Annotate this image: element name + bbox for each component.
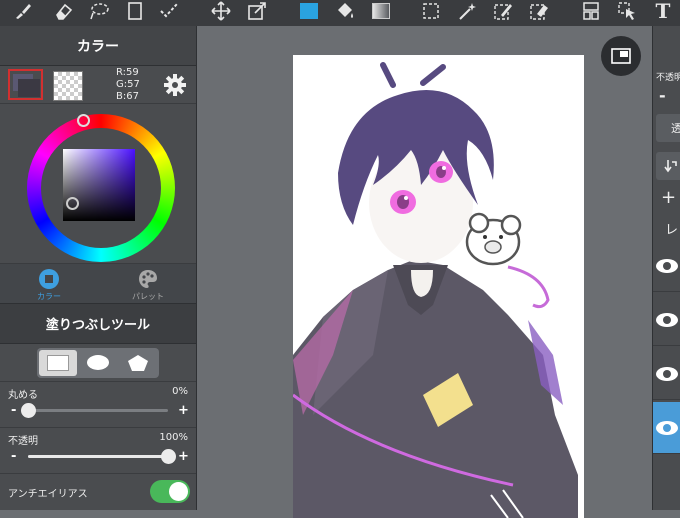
eye-icon[interactable]	[655, 420, 679, 436]
top-toolbar: T	[0, 0, 680, 26]
rgb-g: G:57	[116, 79, 140, 90]
add-layer-button[interactable]: +	[661, 189, 676, 207]
tab-color[interactable]: カラー	[0, 264, 98, 304]
opacity-label: 不透明	[8, 436, 38, 447]
rgb-r: R:59	[116, 67, 139, 78]
rounding-label: 丸める	[8, 390, 38, 401]
polygon-icon	[128, 354, 148, 371]
merge-down-icon	[664, 160, 677, 173]
brush-icon[interactable]	[12, 0, 34, 22]
drawing-canvas[interactable]	[293, 55, 584, 518]
antialias-toggle[interactable]	[150, 480, 190, 503]
antialias-label: アンチエイリアス	[8, 489, 88, 500]
canvas-icon[interactable]	[124, 0, 146, 22]
layer-item[interactable]	[653, 348, 680, 400]
select-check-icon[interactable]	[158, 0, 180, 22]
hue-ring-handle[interactable]	[77, 114, 90, 127]
merge-layer-button[interactable]	[656, 152, 680, 180]
lasso-icon[interactable]	[88, 0, 110, 22]
layer-opacity-minus[interactable]: -	[659, 86, 666, 105]
marquee-icon[interactable]	[420, 0, 442, 22]
layer-section-label: レ	[665, 223, 679, 238]
opacity-minus-button[interactable]: -	[11, 450, 16, 463]
blend-mode-button[interactable]: 透	[656, 114, 680, 142]
color-panel: カラー R:59 G:57 B:67 カラー パレット 塗りつぶしツール 丸める…	[0, 26, 197, 510]
opacity-slider-fill	[28, 455, 168, 458]
pointer-icon[interactable]	[616, 0, 638, 22]
select-pen-icon[interactable]	[492, 0, 514, 22]
rounding-minus-button[interactable]: -	[11, 404, 16, 417]
fill-shape-group	[37, 347, 159, 378]
tab-palette-label: パレット	[132, 292, 164, 301]
tool-panel-title: 塗りつぶしツール	[0, 304, 196, 344]
rectangle-shape-button[interactable]	[39, 349, 77, 376]
rounding-slider-block: 丸める 0% - +	[0, 382, 196, 428]
character-illustration	[293, 62, 578, 518]
magic-wand-icon[interactable]	[456, 0, 478, 22]
bucket-icon[interactable]	[334, 0, 356, 22]
ellipse-shape-button[interactable]	[79, 350, 117, 376]
gradient-icon[interactable]	[370, 0, 392, 22]
fullscreen-icon	[611, 48, 631, 64]
color-wheel-area	[0, 104, 196, 264]
layer-item-selected[interactable]	[653, 402, 680, 454]
layer-panel: 不透明 - 透 + レ	[652, 26, 680, 510]
swatch-row: R:59 G:57 B:67	[0, 66, 196, 104]
opacity-plus-button[interactable]: +	[178, 450, 189, 463]
select-eraser-icon[interactable]	[528, 0, 550, 22]
gear-icon[interactable]	[163, 73, 187, 101]
layer-item[interactable]	[653, 294, 680, 346]
color-swatch-icon[interactable]	[298, 0, 320, 22]
rgb-b: B:67	[116, 91, 139, 102]
opacity-value: 100%	[159, 432, 188, 443]
fullscreen-button[interactable]	[601, 36, 641, 76]
main-color-swatch[interactable]	[8, 69, 43, 100]
rounding-slider-knob[interactable]	[21, 403, 36, 418]
secondary-color-swatch[interactable]	[53, 71, 83, 101]
color-circle-icon	[39, 269, 59, 289]
sv-handle[interactable]	[66, 197, 79, 210]
layer-item[interactable]	[653, 240, 680, 292]
polygon-shape-button[interactable]	[119, 350, 157, 376]
rgb-readout: R:59 G:57 B:67	[116, 67, 140, 103]
color-tabs: カラー パレット	[0, 264, 196, 304]
eye-icon[interactable]	[655, 366, 679, 382]
rounding-plus-button[interactable]: +	[178, 404, 189, 417]
transform-icon[interactable]	[246, 0, 268, 22]
palette-icon	[137, 268, 159, 292]
opacity-slider-block: 不透明 100% - +	[0, 428, 196, 474]
tab-palette[interactable]: パレット	[99, 264, 197, 304]
ellipse-icon	[87, 355, 109, 370]
color-panel-title: カラー	[0, 26, 196, 66]
fill-shape-row	[0, 344, 196, 382]
rounding-value: 0%	[172, 386, 188, 397]
eye-icon[interactable]	[655, 312, 679, 328]
opacity-slider-track[interactable]	[28, 455, 168, 458]
layer-opacity-label: 不透明	[656, 73, 680, 83]
rectangle-icon	[47, 354, 69, 371]
eye-icon[interactable]	[655, 258, 679, 274]
saturation-value-square[interactable]	[63, 149, 135, 221]
text-tool-icon[interactable]: T	[652, 0, 674, 23]
eraser-icon[interactable]	[52, 0, 74, 22]
rounding-slider-track[interactable]	[28, 409, 168, 412]
tab-color-label: カラー	[37, 292, 61, 301]
move-icon[interactable]	[210, 0, 232, 22]
layers-grid-icon[interactable]	[580, 0, 602, 22]
antialias-toggle-knob	[169, 482, 188, 501]
opacity-slider-knob[interactable]	[161, 449, 176, 464]
canvas-area[interactable]	[197, 26, 652, 518]
antialias-row: アンチエイリアス	[0, 474, 196, 508]
